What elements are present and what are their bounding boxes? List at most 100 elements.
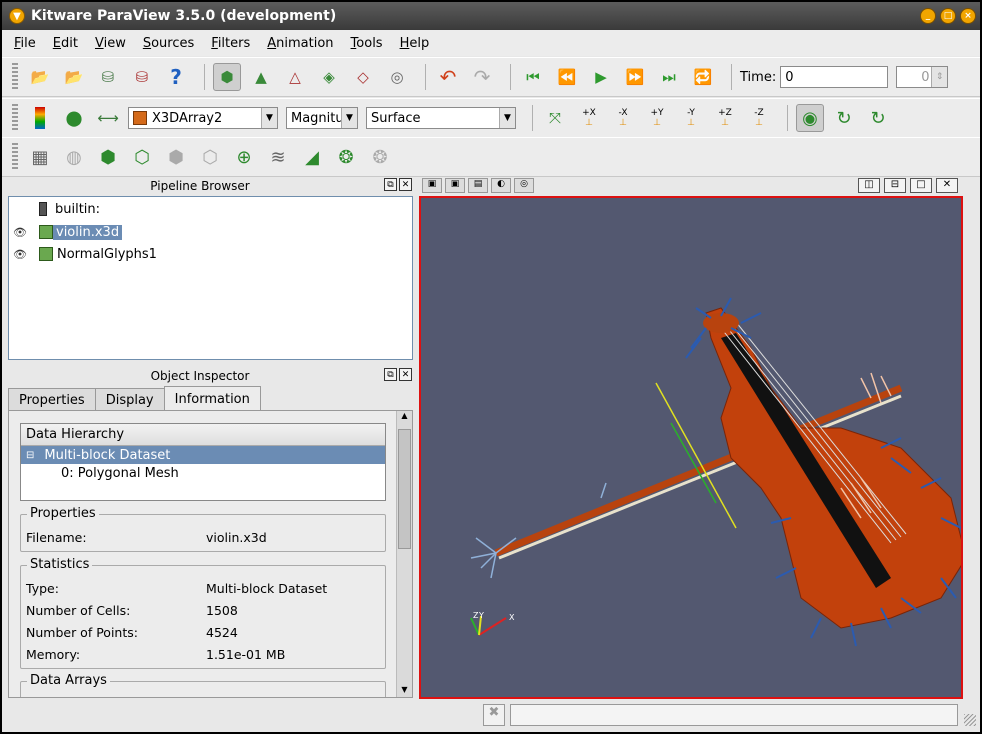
chevron-down-icon[interactable]: ▼ — [341, 108, 357, 128]
eye-icon[interactable]: 👁 — [13, 248, 29, 261]
pick-center-icon[interactable]: ↻ — [864, 104, 892, 132]
slice-icon[interactable]: ⬡ — [128, 143, 156, 171]
render-view[interactable]: Z Y X — [419, 196, 963, 699]
contour-icon[interactable]: ◍ — [60, 143, 88, 171]
menu-edit[interactable]: Edit — [53, 36, 78, 51]
last-frame-icon[interactable]: ⏭ — [655, 63, 683, 91]
tab-information[interactable]: Information — [163, 386, 261, 411]
select-frustum-icon[interactable]: ◈ — [315, 63, 343, 91]
toolbar-grip[interactable] — [12, 104, 18, 132]
extract-subset-icon[interactable]: ⬡ — [196, 143, 224, 171]
show-center-icon[interactable]: ◉ — [796, 104, 824, 132]
maximize-view-icon[interactable]: □ — [910, 178, 932, 193]
first-frame-icon[interactable]: ⏮ — [519, 63, 547, 91]
array-selector[interactable]: X3DArray2 ▼ — [128, 107, 278, 129]
chevron-down-icon[interactable]: ▼ — [261, 108, 277, 128]
view-plus-y-icon[interactable]: +Y ⊥ — [643, 104, 671, 132]
view-minus-x-icon[interactable]: -X ⊥ — [609, 104, 637, 132]
extract-level-icon[interactable]: ❂ — [366, 143, 394, 171]
calculator-icon[interactable]: ▦ — [26, 143, 54, 171]
view-settings-icon[interactable]: ◐ — [491, 178, 511, 193]
view-lookmark-icon[interactable]: ▣ — [445, 178, 465, 193]
close-icon[interactable]: ✕ — [399, 178, 412, 191]
float-icon[interactable]: ⧉ — [384, 368, 397, 381]
view-plus-x-icon[interactable]: +X ⊥ — [575, 104, 603, 132]
split-vertical-icon[interactable]: ⊟ — [884, 178, 906, 193]
select-block-icon[interactable]: ◎ — [383, 63, 411, 91]
group-datasets-icon[interactable]: ❂ — [332, 143, 360, 171]
disconnect-icon[interactable]: ⛁ — [128, 63, 156, 91]
select-cells-icon[interactable]: ▲ — [247, 63, 275, 91]
float-icon[interactable]: ⧉ — [384, 178, 397, 191]
close-button[interactable]: × — [960, 8, 976, 24]
resize-grip-icon[interactable] — [964, 714, 976, 726]
maximize-button[interactable]: □ — [940, 8, 956, 24]
menu-file[interactable]: File — [14, 36, 36, 51]
view-camera-icon[interactable]: ◎ — [514, 178, 534, 193]
redo-icon[interactable]: ↷ — [468, 63, 496, 91]
view-plus-z-icon[interactable]: +Z ⊥ — [711, 104, 739, 132]
view-spreadsheet-icon[interactable]: ▤ — [468, 178, 488, 193]
scroll-up-icon[interactable]: ▲ — [397, 411, 412, 425]
menu-sources[interactable]: Sources — [143, 36, 194, 51]
close-icon[interactable]: ✕ — [399, 368, 412, 381]
data-hierarchy-header[interactable]: Data Hierarchy — [21, 424, 385, 446]
open-icon[interactable]: 📂 — [26, 63, 54, 91]
scrollbar-thumb[interactable] — [398, 429, 411, 549]
time-index-spinbox[interactable]: 0 ⇕ — [896, 66, 949, 88]
pipeline-item-violin[interactable]: 👁 violin.x3d — [9, 222, 123, 242]
scroll-down-icon[interactable]: ▼ — [397, 685, 412, 697]
chevron-down-icon[interactable]: ▼ — [499, 108, 515, 128]
toolbar-grip[interactable] — [12, 63, 18, 91]
pipeline-item-normalglyphs[interactable]: 👁 NormalGlyphs1 — [9, 244, 157, 264]
help-icon[interactable]: ? — [162, 63, 190, 91]
menu-tools[interactable]: Tools — [351, 36, 383, 51]
connect-icon[interactable]: ⛁ — [94, 63, 122, 91]
menu-animation[interactable]: Animation — [267, 36, 333, 51]
spin-arrows-icon[interactable]: ⇕ — [931, 67, 948, 87]
toolbar-grip[interactable] — [12, 143, 18, 171]
time-label: Time: — [740, 69, 777, 85]
color-legend-icon[interactable] — [26, 104, 54, 132]
time-input[interactable]: 0 — [780, 66, 889, 88]
inspector-scrollbar[interactable]: ▲ ▼ — [396, 411, 412, 697]
view-minus-y-icon[interactable]: -Y ⊥ — [677, 104, 705, 132]
tree-row-child[interactable]: 0: Polygonal Mesh — [21, 464, 385, 482]
next-frame-icon[interactable]: ⏩ — [621, 63, 649, 91]
interact-mode-icon[interactable]: ⬢ — [213, 63, 241, 91]
select-points-icon[interactable]: △ — [281, 63, 309, 91]
minimize-button[interactable]: _ — [920, 8, 936, 24]
stream-tracer-icon[interactable]: ≋ — [264, 143, 292, 171]
view-screenshot-icon[interactable]: ▣ — [422, 178, 442, 193]
threshold-icon[interactable]: ⬢ — [162, 143, 190, 171]
clip-icon[interactable]: ⬢ — [94, 143, 122, 171]
glyph-icon[interactable]: ⊕ — [230, 143, 258, 171]
menu-view[interactable]: View — [95, 36, 126, 51]
cancel-progress-icon[interactable]: ✖ — [483, 704, 505, 726]
view-minus-z-icon[interactable]: -Z ⊥ — [745, 104, 773, 132]
warp-icon[interactable]: ◢ — [298, 143, 326, 171]
menu-help[interactable]: Help — [400, 36, 430, 51]
collapse-icon[interactable]: ⊟ — [26, 450, 34, 461]
tab-properties[interactable]: Properties — [8, 388, 96, 411]
representation-selector[interactable]: Surface ▼ — [366, 107, 516, 129]
rescale-range-icon[interactable]: ⟷ — [94, 104, 122, 132]
eye-icon[interactable]: 👁 — [13, 226, 29, 239]
undo-icon[interactable]: ↶ — [434, 63, 462, 91]
reset-center-icon[interactable]: ↻ — [830, 104, 858, 132]
split-horizontal-icon[interactable]: ◫ — [858, 178, 880, 193]
tab-display[interactable]: Display — [94, 388, 165, 411]
app-menu-icon[interactable]: ▼ — [9, 8, 25, 24]
close-view-icon[interactable]: ✕ — [936, 178, 958, 193]
tree-row-root[interactable]: ⊟ Multi-block Dataset — [21, 446, 385, 464]
loop-icon[interactable]: 🔁 — [689, 63, 717, 91]
pipeline-item-builtin[interactable]: builtin: — [9, 199, 100, 219]
edit-color-map-icon[interactable]: ⬤ — [60, 104, 88, 132]
select-frustum-points-icon[interactable]: ◇ — [349, 63, 377, 91]
reset-camera-icon[interactable]: ⤧ — [541, 104, 569, 132]
open-recent-icon[interactable]: 📂 — [60, 63, 88, 91]
component-selector[interactable]: Magnitu ▼ — [286, 107, 358, 129]
previous-frame-icon[interactable]: ⏪ — [553, 63, 581, 91]
menu-filters[interactable]: Filters — [211, 36, 250, 51]
play-icon[interactable]: ▶ — [587, 63, 615, 91]
